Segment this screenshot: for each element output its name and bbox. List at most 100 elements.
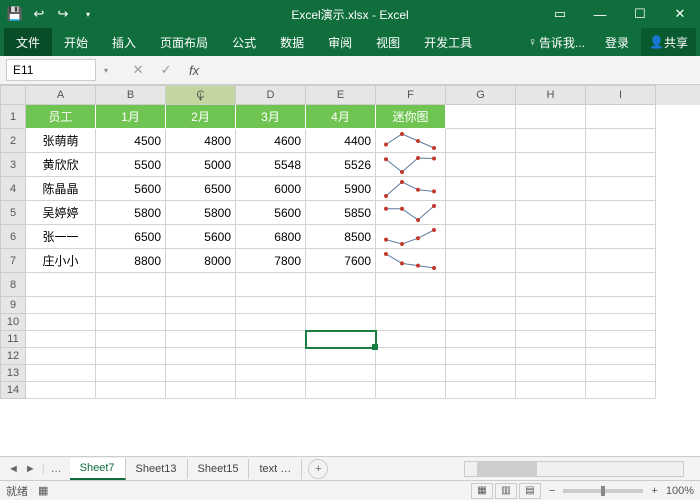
cell[interactable] <box>96 297 166 314</box>
save-icon[interactable]: 💾 <box>4 3 26 25</box>
macro-record-icon[interactable]: ▦ <box>38 484 48 497</box>
cell[interactable] <box>96 365 166 382</box>
cell[interactable] <box>516 129 586 153</box>
cell[interactable] <box>236 365 306 382</box>
cell[interactable] <box>516 365 586 382</box>
value-cell[interactable]: 8800 <box>96 249 166 273</box>
tab-review[interactable]: 审阅 <box>316 28 364 56</box>
value-cell[interactable]: 6000 <box>236 177 306 201</box>
enter-formula-icon[interactable]: ✓ <box>156 62 176 78</box>
row-header[interactable]: 2 <box>0 129 26 153</box>
col-header-C[interactable]: C↓ <box>166 85 236 105</box>
cell[interactable] <box>96 273 166 297</box>
row-header[interactable]: 3 <box>0 153 26 177</box>
table-header[interactable]: 迷你图 <box>376 105 446 129</box>
scrollbar-thumb[interactable] <box>477 462 537 476</box>
cell[interactable] <box>26 382 96 399</box>
cell[interactable] <box>306 273 376 297</box>
tab-insert[interactable]: 插入 <box>100 28 148 56</box>
row-header[interactable]: 12 <box>0 348 26 365</box>
cell[interactable] <box>376 382 446 399</box>
row-header[interactable]: 6 <box>0 225 26 249</box>
cell[interactable] <box>516 297 586 314</box>
fx-icon[interactable]: fx <box>184 63 204 78</box>
value-cell[interactable]: 6500 <box>96 225 166 249</box>
cell[interactable] <box>236 297 306 314</box>
table-header[interactable]: 1月 <box>96 105 166 129</box>
add-sheet-button[interactable]: + <box>308 459 328 479</box>
cell[interactable] <box>516 314 586 331</box>
cell[interactable] <box>516 331 586 348</box>
cell[interactable] <box>166 273 236 297</box>
col-header-F[interactable]: F <box>376 85 446 105</box>
view-normal-icon[interactable]: ▦ <box>471 483 493 499</box>
cell[interactable] <box>446 249 516 273</box>
cell[interactable] <box>306 365 376 382</box>
cell[interactable] <box>446 153 516 177</box>
cell[interactable] <box>446 177 516 201</box>
tab-view[interactable]: 视图 <box>364 28 412 56</box>
cell[interactable] <box>516 177 586 201</box>
sparkline-cell[interactable] <box>376 129 446 153</box>
tab-layout[interactable]: 页面布局 <box>148 28 220 56</box>
col-header-G[interactable]: G <box>446 85 516 105</box>
cell[interactable] <box>516 382 586 399</box>
value-cell[interactable]: 4600 <box>236 129 306 153</box>
cell[interactable] <box>26 297 96 314</box>
sheet-tab[interactable]: Sheet15 <box>188 459 250 479</box>
row-header[interactable]: 7 <box>0 249 26 273</box>
name-cell[interactable]: 张萌萌 <box>26 129 96 153</box>
cell[interactable] <box>166 382 236 399</box>
sparkline-cell[interactable] <box>376 153 446 177</box>
cell[interactable] <box>516 348 586 365</box>
cell[interactable] <box>166 297 236 314</box>
col-header-D[interactable]: D <box>236 85 306 105</box>
cell[interactable] <box>376 314 446 331</box>
name-cell[interactable]: 吴婷婷 <box>26 201 96 225</box>
sparkline-cell[interactable] <box>376 225 446 249</box>
value-cell[interactable]: 5548 <box>236 153 306 177</box>
cell[interactable] <box>96 314 166 331</box>
share-button[interactable]: 👤共享 <box>641 28 696 56</box>
ribbon-options-icon[interactable]: ▭ <box>540 0 580 28</box>
fill-handle[interactable] <box>372 344 378 350</box>
horizontal-scrollbar[interactable] <box>464 461 684 477</box>
table-header[interactable]: 4月 <box>306 105 376 129</box>
table-header[interactable]: 3月 <box>236 105 306 129</box>
tab-home[interactable]: 开始 <box>52 28 100 56</box>
col-header-H[interactable]: H <box>516 85 586 105</box>
row-header[interactable]: 8 <box>0 273 26 297</box>
cell[interactable] <box>376 273 446 297</box>
tab-data[interactable]: 数据 <box>268 28 316 56</box>
cell[interactable] <box>306 297 376 314</box>
worksheet-grid[interactable]: A B C↓ D E F G H I 1员工1月2月3月4月迷你图2张萌萌450… <box>0 85 700 465</box>
view-pagelayout-icon[interactable]: ▥ <box>495 483 517 499</box>
cell[interactable] <box>446 314 516 331</box>
cell[interactable] <box>26 331 96 348</box>
tell-me-search[interactable]: ♀告诉我... <box>520 34 593 51</box>
cell[interactable] <box>96 348 166 365</box>
cell[interactable] <box>586 297 656 314</box>
cell[interactable] <box>586 348 656 365</box>
name-cell[interactable]: 黄欣欣 <box>26 153 96 177</box>
cell[interactable] <box>306 348 376 365</box>
zoom-in-icon[interactable]: + <box>651 485 657 497</box>
cell[interactable] <box>166 314 236 331</box>
cell[interactable] <box>236 314 306 331</box>
value-cell[interactable]: 5900 <box>306 177 376 201</box>
sheet-tab[interactable]: text … <box>249 459 302 479</box>
cell[interactable] <box>26 314 96 331</box>
value-cell[interactable]: 5600 <box>96 177 166 201</box>
zoom-level[interactable]: 100% <box>666 485 694 497</box>
value-cell[interactable]: 5600 <box>236 201 306 225</box>
name-cell[interactable]: 陈晶晶 <box>26 177 96 201</box>
col-header-B[interactable]: B <box>96 85 166 105</box>
nav-prev-icon[interactable]: ◄ <box>8 463 19 475</box>
cell[interactable] <box>586 365 656 382</box>
cell[interactable] <box>446 129 516 153</box>
value-cell[interactable]: 5800 <box>96 201 166 225</box>
row-header[interactable]: 5 <box>0 201 26 225</box>
close-icon[interactable]: ✕ <box>660 0 700 28</box>
cell[interactable] <box>446 297 516 314</box>
value-cell[interactable]: 7800 <box>236 249 306 273</box>
